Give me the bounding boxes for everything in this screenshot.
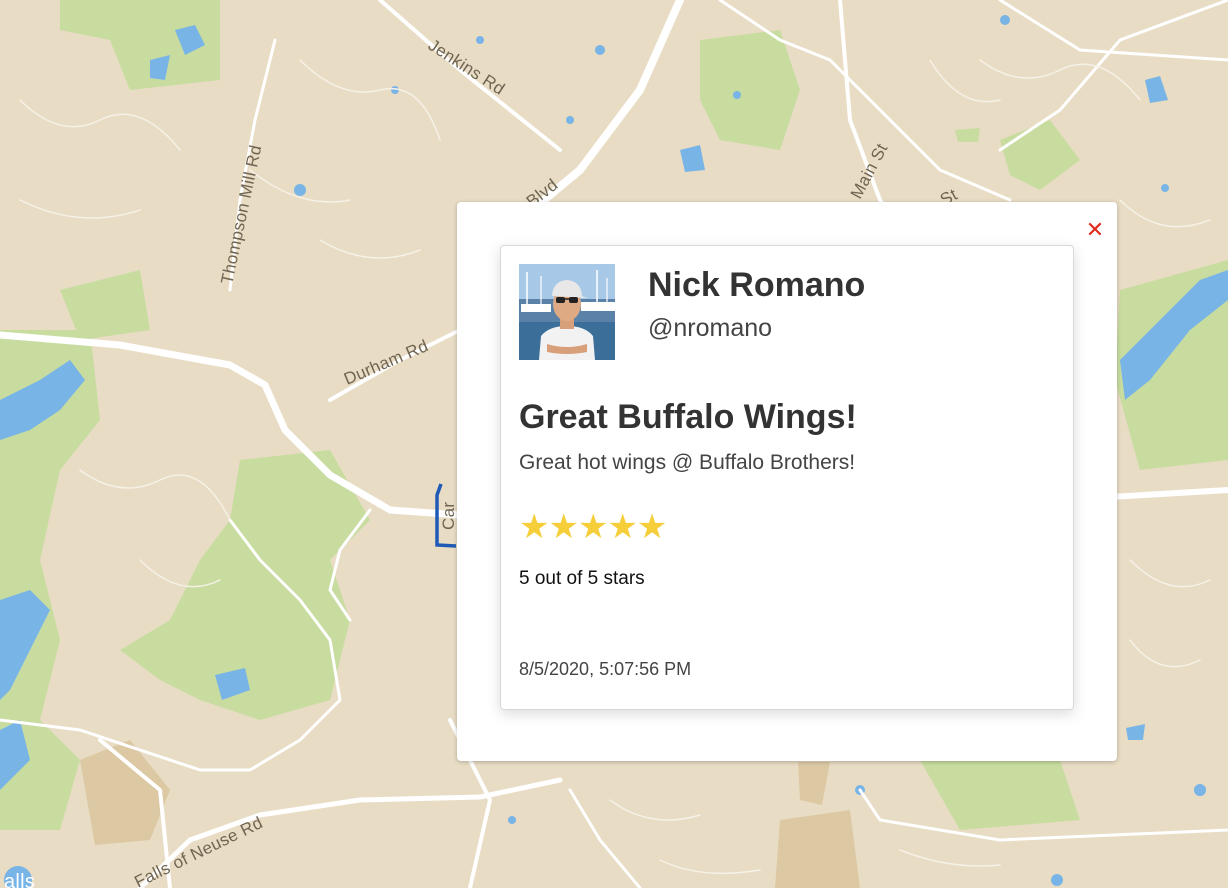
author-handle[interactable]: @nromano — [648, 314, 772, 343]
post-text: Great hot wings @ Buffalo Brothers! — [519, 451, 856, 474]
avatar-photo — [519, 264, 615, 360]
post-title: Great Buffalo Wings! — [519, 398, 857, 436]
avatar — [519, 264, 615, 360]
map-popup: ✕ Nick Romano @nromano Great Buffalo Win… — [457, 202, 1117, 761]
star-rating: ★★★★★ — [519, 508, 667, 546]
post-timestamp: 8/5/2020, 5:07:56 PM — [519, 659, 692, 679]
close-icon[interactable]: ✕ — [1084, 219, 1106, 241]
road-label-falls: alls — [4, 871, 35, 888]
author-name: Nick Romano — [648, 266, 866, 304]
road-label-car: Car — [439, 502, 458, 530]
rating-text: 5 out of 5 stars — [519, 568, 645, 589]
review-card: Nick Romano @nromano Great Buffalo Wings… — [500, 245, 1074, 710]
